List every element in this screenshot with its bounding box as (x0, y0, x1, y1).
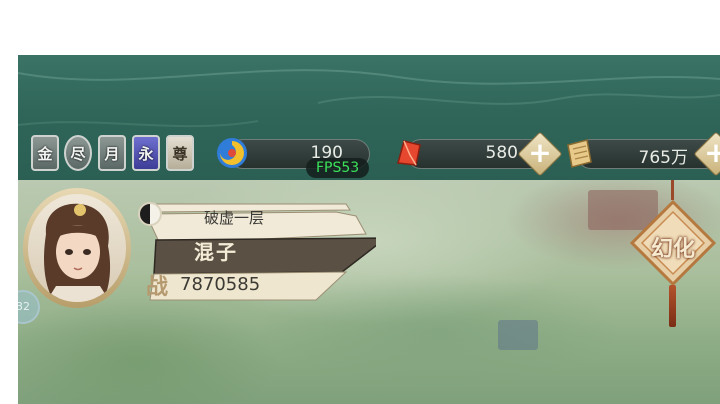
scroll-coin-icon (567, 139, 592, 168)
player-name: 混子 (194, 240, 238, 264)
cultivation-realm: 破虚一层 (204, 209, 265, 227)
huanhua-label: 幻化 (650, 236, 695, 262)
fps-counter: FPS53 (306, 158, 370, 178)
swirl-stamina-icon (217, 138, 247, 168)
hanging-cord (671, 180, 674, 200)
combat-power-value: 7870585 (180, 274, 261, 295)
plus-icon: + (528, 136, 552, 169)
honor-badge-icon[interactable]: 尊 (166, 135, 194, 171)
character-portrait-icon (44, 203, 111, 302)
eternal-badge-icon[interactable]: 永 (132, 135, 160, 171)
red-gem-icon (397, 140, 421, 166)
coin-value: 765万 (638, 148, 688, 168)
top-banner: 金 尽 月 永 尊 190 FPS53 580 + 765万 + (18, 55, 720, 180)
leaf-badge-icon[interactable]: 尽 (64, 135, 92, 171)
game-viewport: 金 尽 月 永 尊 190 FPS53 580 + 765万 + 破虚一层 混子… (18, 55, 720, 404)
gold-badge-icon[interactable]: 金 (31, 135, 59, 171)
yin-yang-icon (138, 202, 162, 226)
moon-badge-icon[interactable]: 月 (98, 135, 126, 171)
avatar[interactable] (28, 194, 126, 302)
plus-icon: + (704, 136, 720, 169)
distant-house (498, 320, 538, 350)
tassel-icon (669, 285, 676, 327)
gem-value: 580 (485, 143, 518, 163)
combat-power-icon: 战 (146, 274, 169, 300)
